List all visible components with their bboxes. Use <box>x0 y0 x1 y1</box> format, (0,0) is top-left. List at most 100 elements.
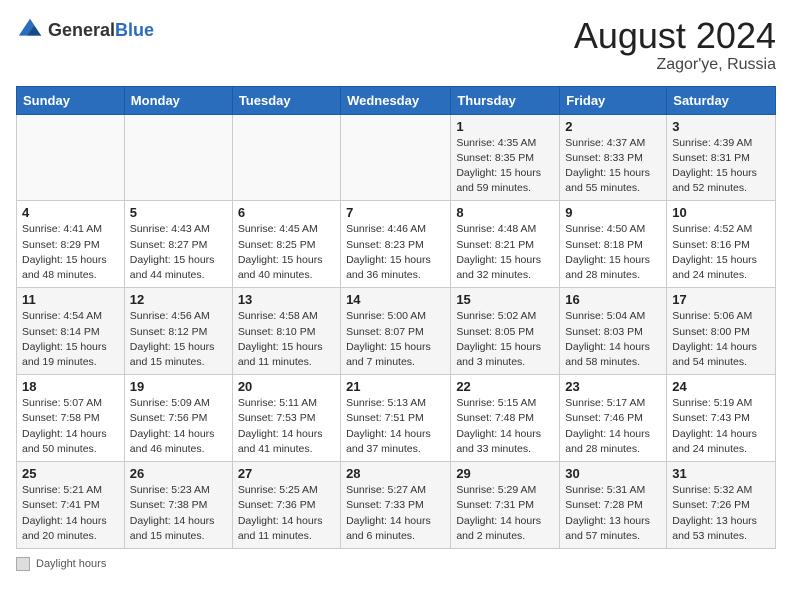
day-cell: 20 Sunrise: 5:11 AMSunset: 7:53 PMDayligh… <box>232 375 340 462</box>
day-number: 13 <box>238 292 335 307</box>
day-cell: 8Sunrise: 4:48 AMSunset: 8:21 PMDaylight… <box>451 201 560 288</box>
day-info: Sunrise: 5:31 AMSunset: 7:28 PMDaylight:… <box>565 483 661 544</box>
page-header: General Blue August 2024 Zagor'ye, Russi… <box>16 16 776 74</box>
day-cell: 30 Sunrise: 5:31 AMSunset: 7:28 PMDayligh… <box>560 462 667 549</box>
week-row-5: 25 Sunrise: 5:21 AMSunset: 7:41 PMDayligh… <box>17 462 776 549</box>
day-number: 18 <box>22 379 119 394</box>
day-cell: 2Sunrise: 4:37 AMSunset: 8:33 PMDaylight… <box>560 114 667 201</box>
day-info: Sunrise: 4:35 AMSunset: 8:35 PMDaylight:… <box>456 136 554 197</box>
day-cell <box>341 114 451 201</box>
day-cell: 25 Sunrise: 5:21 AMSunset: 7:41 PMDayligh… <box>17 462 125 549</box>
day-info: Sunrise: 5:29 AMSunset: 7:31 PMDaylight:… <box>456 483 554 544</box>
day-info: Sunrise: 5:15 AMSunset: 7:48 PMDaylight:… <box>456 396 554 457</box>
day-cell <box>17 114 125 201</box>
day-cell: 26Sunrise: 5:23 AMSunset: 7:38 PMDayligh… <box>124 462 232 549</box>
day-number: 12 <box>130 292 227 307</box>
day-number: 20 <box>238 379 335 394</box>
day-number: 19 <box>130 379 227 394</box>
day-info: Sunrise: 5:27 AMSunset: 7:33 PMDaylight:… <box>346 483 445 544</box>
day-number: 26 <box>130 466 227 481</box>
calendar-table: SundayMondayTuesdayWednesdayThursdayFrid… <box>16 86 776 549</box>
day-cell: 29 Sunrise: 5:29 AMSunset: 7:31 PMDayligh… <box>451 462 560 549</box>
day-cell: 21Sunrise: 5:13 AMSunset: 7:51 PMDayligh… <box>341 375 451 462</box>
day-info: Sunrise: 5:04 AMSunset: 8:03 PMDaylight:… <box>565 309 661 370</box>
day-number: 25 <box>22 466 119 481</box>
day-cell: 15 Sunrise: 5:02 AMSunset: 8:05 PMDayligh… <box>451 288 560 375</box>
day-number: 24 <box>672 379 770 394</box>
day-cell: 4 Sunrise: 4:41 AMSunset: 8:29 PMDaylight… <box>17 201 125 288</box>
day-number: 30 <box>565 466 661 481</box>
day-cell: 16 Sunrise: 5:04 AMSunset: 8:03 PMDayligh… <box>560 288 667 375</box>
day-cell: 10 Sunrise: 4:52 AMSunset: 8:16 PMDayligh… <box>667 201 776 288</box>
day-info: Sunrise: 4:52 AMSunset: 8:16 PMDaylight:… <box>672 222 770 283</box>
day-cell: 12Sunrise: 4:56 AMSunset: 8:12 PMDayligh… <box>124 288 232 375</box>
day-info: Sunrise: 5:00 AMSunset: 8:07 PMDaylight:… <box>346 309 445 370</box>
day-number: 23 <box>565 379 661 394</box>
day-info: Sunrise: 5:25 AMSunset: 7:36 PMDaylight:… <box>238 483 335 544</box>
title-block: August 2024 Zagor'ye, Russia <box>574 16 776 74</box>
day-info: Sunrise: 4:45 AMSunset: 8:25 PMDaylight:… <box>238 222 335 283</box>
day-cell: 6 Sunrise: 4:45 AMSunset: 8:25 PMDaylight… <box>232 201 340 288</box>
month-year: August 2024 <box>574 16 776 56</box>
logo-text-general: General <box>48 21 115 39</box>
logo-icon <box>16 16 44 44</box>
day-number: 6 <box>238 205 335 220</box>
day-number: 31 <box>672 466 770 481</box>
footer-note: Daylight hours <box>16 557 776 571</box>
day-cell: 5 Sunrise: 4:43 AMSunset: 8:27 PMDaylight… <box>124 201 232 288</box>
day-info: Sunrise: 4:48 AMSunset: 8:21 PMDaylight:… <box>456 222 554 283</box>
column-header-monday: Monday <box>124 86 232 114</box>
week-row-1: 1 Sunrise: 4:35 AMSunset: 8:35 PMDaylight… <box>17 114 776 201</box>
day-info: Sunrise: 5:17 AMSunset: 7:46 PMDaylight:… <box>565 396 661 457</box>
day-info: Sunrise: 4:41 AMSunset: 8:29 PMDaylight:… <box>22 222 119 283</box>
day-number: 16 <box>565 292 661 307</box>
day-cell: 17 Sunrise: 5:06 AMSunset: 8:00 PMDayligh… <box>667 288 776 375</box>
day-cell: 3Sunrise: 4:39 AMSunset: 8:31 PMDaylight… <box>667 114 776 201</box>
day-info: Sunrise: 5:07 AMSunset: 7:58 PMDaylight:… <box>22 396 119 457</box>
day-cell: 14 Sunrise: 5:00 AMSunset: 8:07 PMDayligh… <box>341 288 451 375</box>
column-header-friday: Friday <box>560 86 667 114</box>
day-info: Sunrise: 5:11 AMSunset: 7:53 PMDaylight:… <box>238 396 335 457</box>
day-number: 9 <box>565 205 661 220</box>
day-cell: 28 Sunrise: 5:27 AMSunset: 7:33 PMDayligh… <box>341 462 451 549</box>
day-number: 5 <box>130 205 227 220</box>
day-cell: 18 Sunrise: 5:07 AMSunset: 7:58 PMDayligh… <box>17 375 125 462</box>
day-cell: 31 Sunrise: 5:32 AMSunset: 7:26 PMDayligh… <box>667 462 776 549</box>
week-row-4: 18 Sunrise: 5:07 AMSunset: 7:58 PMDayligh… <box>17 375 776 462</box>
day-number: 3 <box>672 119 770 134</box>
column-header-saturday: Saturday <box>667 86 776 114</box>
day-number: 7 <box>346 205 445 220</box>
day-info: Sunrise: 5:19 AMSunset: 7:43 PMDaylight:… <box>672 396 770 457</box>
day-info: Sunrise: 5:06 AMSunset: 8:00 PMDaylight:… <box>672 309 770 370</box>
day-info: Sunrise: 4:58 AMSunset: 8:10 PMDaylight:… <box>238 309 335 370</box>
day-number: 22 <box>456 379 554 394</box>
daylight-box <box>16 557 30 571</box>
day-number: 17 <box>672 292 770 307</box>
day-info: Sunrise: 5:13 AMSunset: 7:51 PMDaylight:… <box>346 396 445 457</box>
day-info: Sunrise: 4:43 AMSunset: 8:27 PMDaylight:… <box>130 222 227 283</box>
day-cell: 22 Sunrise: 5:15 AMSunset: 7:48 PMDayligh… <box>451 375 560 462</box>
day-info: Sunrise: 5:02 AMSunset: 8:05 PMDaylight:… <box>456 309 554 370</box>
footer-label: Daylight hours <box>36 558 106 570</box>
day-number: 1 <box>456 119 554 134</box>
day-number: 10 <box>672 205 770 220</box>
location: Zagor'ye, Russia <box>574 56 776 74</box>
day-number: 29 <box>456 466 554 481</box>
day-cell <box>124 114 232 201</box>
day-number: 15 <box>456 292 554 307</box>
day-info: Sunrise: 5:21 AMSunset: 7:41 PMDaylight:… <box>22 483 119 544</box>
day-number: 4 <box>22 205 119 220</box>
day-cell: 11 Sunrise: 4:54 AMSunset: 8:14 PMDayligh… <box>17 288 125 375</box>
day-info: Sunrise: 4:37 AMSunset: 8:33 PMDaylight:… <box>565 136 661 197</box>
day-cell: 27 Sunrise: 5:25 AMSunset: 7:36 PMDayligh… <box>232 462 340 549</box>
day-number: 28 <box>346 466 445 481</box>
day-info: Sunrise: 5:32 AMSunset: 7:26 PMDaylight:… <box>672 483 770 544</box>
day-info: Sunrise: 5:09 AMSunset: 7:56 PMDaylight:… <box>130 396 227 457</box>
day-number: 11 <box>22 292 119 307</box>
day-info: Sunrise: 4:54 AMSunset: 8:14 PMDaylight:… <box>22 309 119 370</box>
day-number: 14 <box>346 292 445 307</box>
week-row-3: 11 Sunrise: 4:54 AMSunset: 8:14 PMDayligh… <box>17 288 776 375</box>
day-cell: 19 Sunrise: 5:09 AMSunset: 7:56 PMDayligh… <box>124 375 232 462</box>
day-info: Sunrise: 4:46 AMSunset: 8:23 PMDaylight:… <box>346 222 445 283</box>
day-number: 27 <box>238 466 335 481</box>
